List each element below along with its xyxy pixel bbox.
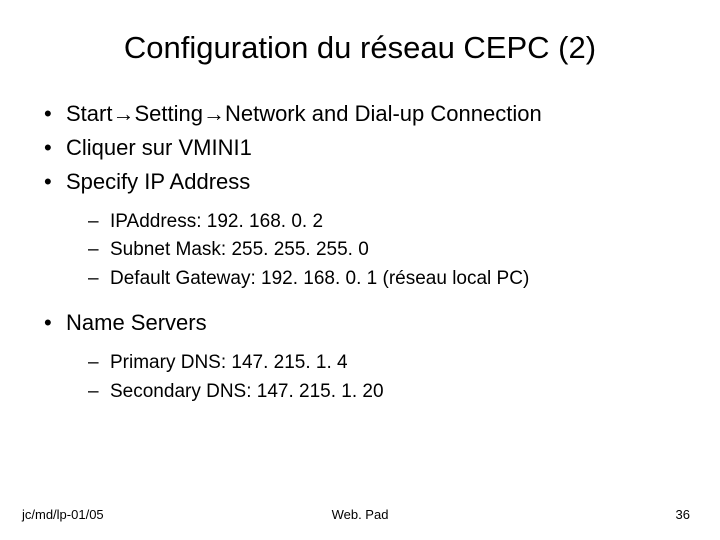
sub-bullet-item: Secondary DNS: 147. 215. 1. 20 [84,378,690,407]
bullet-list: Start→Setting→Network and Dial-up Connec… [38,98,690,406]
bullet-item: Name Servers Primary DNS: 147. 215. 1. 4… [38,307,690,406]
footer-left: jc/md/lp-01/05 [22,507,104,522]
sub-bullet-list: IPAddress: 192. 168. 0. 2 Subnet Mask: 2… [66,208,690,294]
slide-body: Start→Setting→Network and Dial-up Connec… [30,98,690,406]
bullet-item: Start→Setting→Network and Dial-up Connec… [38,98,690,130]
sub-bullet-list: Primary DNS: 147. 215. 1. 4 Secondary DN… [66,349,690,406]
slide-footer: jc/md/lp-01/05 Web. Pad 36 [0,507,720,522]
slide-title: Configuration du réseau CEPC (2) [30,30,690,66]
bullet-item: Cliquer sur VMINI1 [38,132,690,164]
sub-bullet-item: IPAddress: 192. 168. 0. 2 [84,208,690,237]
sub-bullet-item: Primary DNS: 147. 215. 1. 4 [84,349,690,378]
bullet-item: Specify IP Address IPAddress: 192. 168. … [38,166,690,293]
sub-bullet-item: Subnet Mask: 255. 255. 255. 0 [84,236,690,265]
bullet-text: Name Servers [66,310,207,335]
footer-right: 36 [676,507,690,522]
sub-bullet-item: Default Gateway: 192. 168. 0. 1 (réseau … [84,265,690,294]
footer-center: Web. Pad [332,507,389,522]
bullet-text: Specify IP Address [66,169,250,194]
